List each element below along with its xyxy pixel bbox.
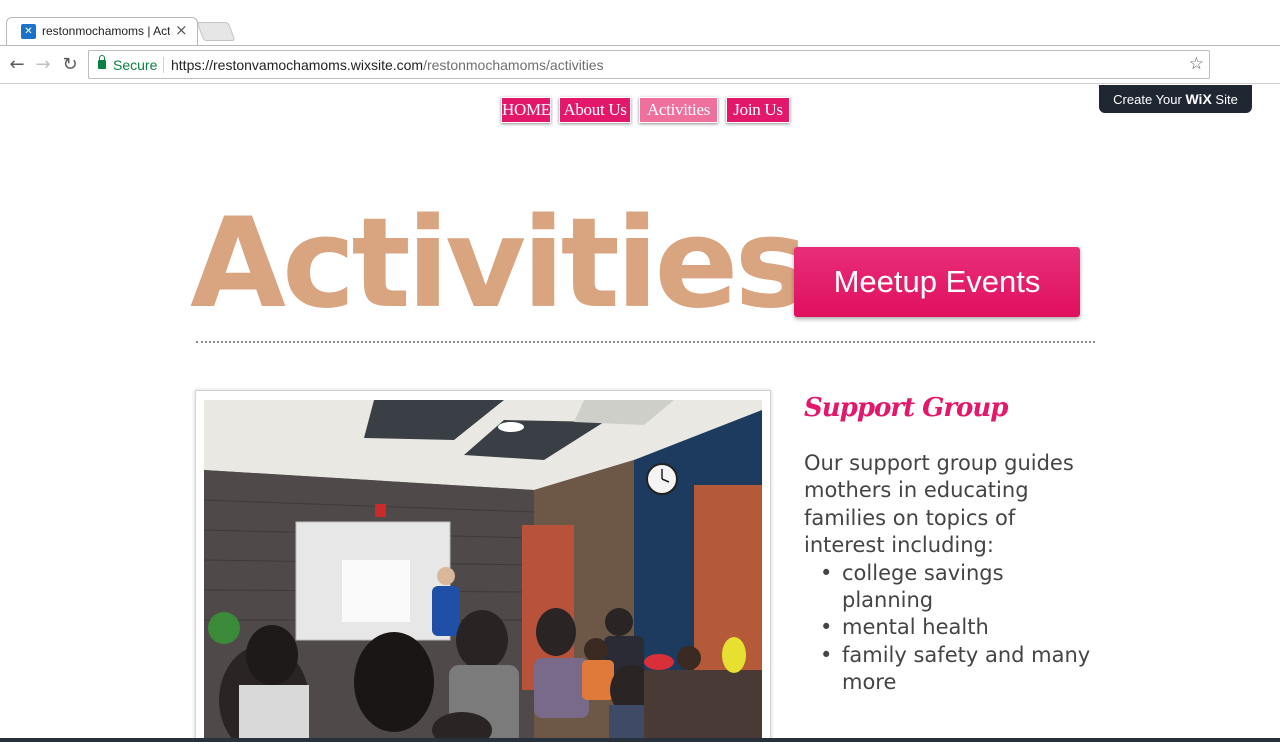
list-item: family safety and many more <box>804 642 1094 697</box>
wix-favicon-icon: ✕ <box>21 24 36 39</box>
list-item: mental health <box>804 614 1094 642</box>
wix-banner-prefix: Create Your <box>1113 92 1182 107</box>
support-group-photo[interactable] <box>204 400 762 742</box>
wix-banner-suffix: Site <box>1215 92 1238 107</box>
close-tab-icon[interactable]: × <box>175 21 188 39</box>
topics-list: college savings planning mental health f… <box>804 560 1094 697</box>
menu-item-join-us[interactable]: Join Us <box>726 97 790 123</box>
url-host: https://restonvamochamoms.wixsite.com <box>171 57 424 73</box>
support-group-intro: Our support group guides mothers in educ… <box>804 451 1074 558</box>
bottom-edge-bar <box>0 738 1280 742</box>
wix-logo-text: WiX <box>1185 91 1212 107</box>
address-divider <box>163 57 164 73</box>
new-tab-button[interactable] <box>196 22 236 41</box>
reload-icon[interactable]: ↻ <box>58 53 82 77</box>
url-text[interactable]: https://restonvamochamoms.wixsite.com/re… <box>171 57 604 73</box>
tab-title: restonmochamoms | Activities <box>42 24 170 38</box>
url-path: /restonmochamoms/activities <box>423 57 604 73</box>
address-bar[interactable]: Secure https://restonvamochamoms.wixsite… <box>88 50 1210 79</box>
support-group-heading: Support Group <box>804 393 1008 423</box>
browser-toolbar: ← → ↻ Secure https://restonvamochamoms.w… <box>0 46 1280 84</box>
menu-item-about-us[interactable]: About Us <box>559 97 631 123</box>
support-group-description: Our support group guides mothers in educ… <box>804 450 1094 697</box>
lock-icon <box>98 55 106 69</box>
photo-frame <box>195 390 771 742</box>
support-group-meeting-image <box>204 400 762 742</box>
forward-arrow-icon[interactable]: → <box>31 53 55 77</box>
create-wix-site-banner[interactable]: Create Your WiX Site <box>1099 85 1252 113</box>
list-item: college savings planning <box>804 560 1094 615</box>
page-title: Activities <box>190 192 808 336</box>
browser-tabstrip: ✕ restonmochamoms | Activities × <box>0 0 1280 46</box>
menu-item-home[interactable]: HOME <box>501 97 551 123</box>
dotted-divider <box>196 341 1095 343</box>
secure-label: Secure <box>113 57 158 73</box>
back-arrow-icon[interactable]: ← <box>5 53 29 77</box>
meetup-events-button[interactable]: Meetup Events <box>794 247 1080 317</box>
page-content: Create Your WiX Site HOME About Us Activ… <box>0 85 1280 742</box>
bookmark-star-icon[interactable]: ☆ <box>1189 54 1204 74</box>
browser-tab[interactable]: ✕ restonmochamoms | Activities × <box>6 17 198 45</box>
menu-item-activities[interactable]: Activities <box>639 97 718 123</box>
